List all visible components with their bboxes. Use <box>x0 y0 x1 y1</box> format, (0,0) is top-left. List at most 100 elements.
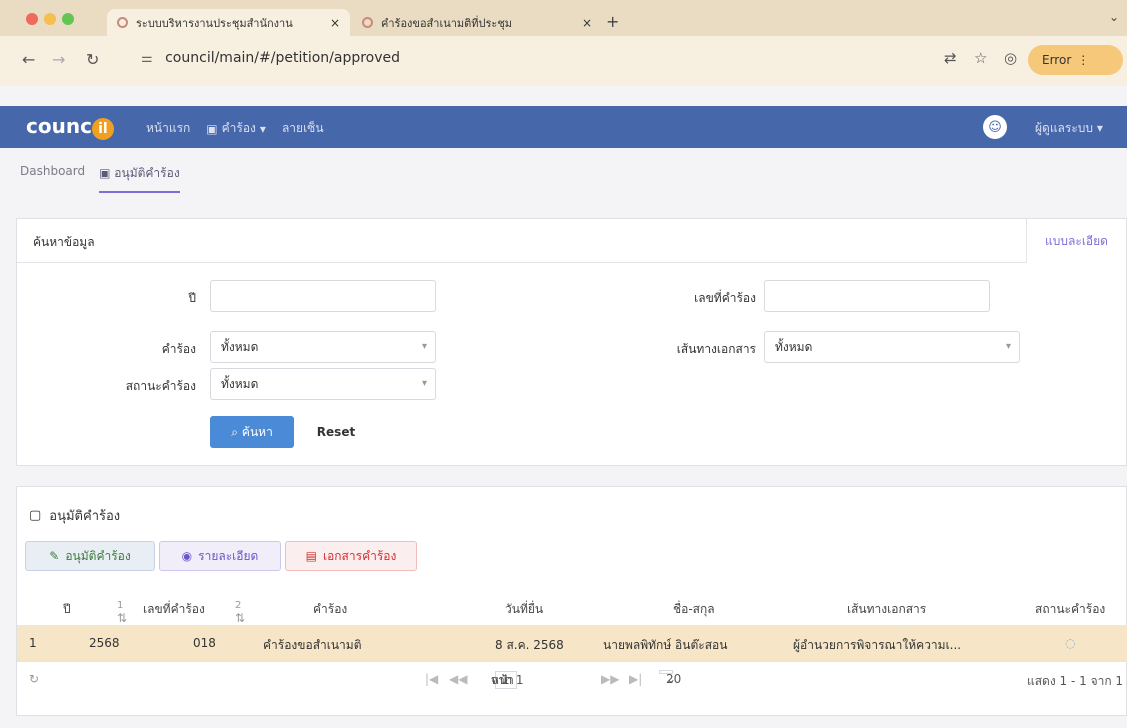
translate-icon[interactable]: ⇄ <box>944 49 957 67</box>
table-header: ปี ⇅ 1 เลขที่คำร้อง ⇅ 2 คำร้อง วันที่ยื่น … <box>17 589 1127 625</box>
caret-down-icon: ▾ <box>1096 121 1103 135</box>
site-icon <box>362 17 373 28</box>
chevron-down-icon: ⌄ <box>666 672 677 686</box>
clipboard-icon: ▣ <box>99 166 111 180</box>
route-select[interactable]: ทั้งหมด ▾ <box>764 331 1020 363</box>
tab-title: คำร้องขอสำเนามติที่ประชุม <box>381 16 513 30</box>
bookmark-star-icon[interactable]: ☆ <box>974 49 987 67</box>
url-field[interactable]: ⚌ council/main/#/petition/approved <box>141 50 400 66</box>
breadcrumb: Dashboard ▣ อนุมัติคำร้อง <box>20 164 180 193</box>
search-icon: ⌕ <box>231 424 238 439</box>
close-tab-icon[interactable]: × <box>330 16 340 30</box>
search-button[interactable]: ⌕ ค้นหา <box>210 416 294 448</box>
approve-button[interactable]: ✎ อนุมัติคำร้อง <box>25 541 155 571</box>
detail-search-tab[interactable]: แบบละเอียด <box>1026 219 1126 263</box>
tab-title: ระบบบริหารงานประชุมสำนักงาน <box>136 16 293 30</box>
document-button[interactable]: ▤ เอกสารคำร้อง <box>285 541 417 571</box>
close-tab-icon[interactable]: × <box>582 16 592 30</box>
reset-button[interactable]: Reset <box>306 416 366 448</box>
minimize-window-button[interactable] <box>44 13 56 25</box>
row-date: 8 ส.ค. 2568 <box>495 638 564 652</box>
chevron-down-icon: ▾ <box>1005 341 1011 352</box>
refresh-icon[interactable]: ↻ <box>29 672 39 686</box>
eye-icon: ◉ <box>181 549 193 563</box>
search-panel-title: ค้นหาข้อมูล <box>33 235 95 249</box>
col-year-sort[interactable]: ⇅ 1 <box>117 600 127 625</box>
site-settings-icon[interactable]: ⚌ <box>141 51 153 66</box>
col-date[interactable]: วันที่ยื่น <box>505 600 543 619</box>
breadcrumb-dashboard[interactable]: Dashboard <box>20 164 85 193</box>
year-label: ปี <box>188 291 196 305</box>
new-tab-button[interactable]: + <box>606 12 619 31</box>
reload-icon[interactable]: ↻ <box>86 50 99 69</box>
app-navbar: counc il หน้าแรก ▣ คำร้อง ▾ ลายเซ็น ☺ ผู้… <box>0 106 1127 148</box>
clipboard-icon: ▢ <box>29 508 42 523</box>
close-window-button[interactable] <box>26 13 38 25</box>
results-title: ▢ อนุมัติคำร้อง <box>29 505 120 526</box>
document-button-label: เอกสารคำร้อง <box>322 548 397 563</box>
logo-text: counc <box>26 114 92 138</box>
sort-order: 1 <box>117 600 124 611</box>
clipboard-icon: ▣ <box>206 121 218 136</box>
status-loading-icon: ◌ <box>1065 636 1076 650</box>
nav-signature[interactable]: ลายเซ็น <box>282 119 324 138</box>
forward-icon[interactable]: → <box>52 50 65 69</box>
route-label: เส้นทางเอกสาร <box>676 342 756 356</box>
last-page-icon[interactable]: ▶| <box>629 672 642 686</box>
profile-icon[interactable]: ◎ <box>1004 49 1017 67</box>
edit-icon: ✎ <box>49 549 60 563</box>
maximize-window-button[interactable] <box>62 13 74 25</box>
search-panel-header: ค้นหาข้อมูล แบบละเอียด <box>17 219 1126 263</box>
error-label: Error <box>1042 53 1072 67</box>
status-select-value: ทั้งหมด <box>221 376 259 391</box>
sort-order: 2 <box>235 600 242 611</box>
petition-select-value: ทั้งหมด <box>221 339 259 354</box>
caret-down-icon: ▾ <box>259 121 266 136</box>
year-input[interactable] <box>210 280 436 312</box>
first-page-icon[interactable]: |◀ <box>425 672 438 686</box>
council-logo[interactable]: counc il <box>26 114 114 140</box>
detail-button-label: รายละเอียด <box>198 548 259 563</box>
window-controls <box>26 13 74 25</box>
petition-select[interactable]: ทั้งหมด ▾ <box>210 331 436 363</box>
col-status[interactable]: สถานะคำร้อง <box>1035 600 1105 619</box>
nav-home[interactable]: หน้าแรก <box>146 119 190 138</box>
col-name[interactable]: ชื่อ-สกุล <box>673 600 715 619</box>
user-menu[interactable]: ผู้ดูแลระบบ ▾ <box>1035 119 1103 138</box>
row-petition-no: 018 <box>193 636 216 650</box>
prev-page-icon[interactable]: ◀◀ <box>449 672 467 686</box>
row-name: นายพลพิทักษ์ อินต๊ะสอน <box>603 638 728 652</box>
nav-petition[interactable]: ▣ คำร้อง ▾ <box>206 119 266 138</box>
tab-menu-button[interactable]: ⌄ <box>1109 10 1119 24</box>
col-route[interactable]: เส้นทางเอกสาร <box>847 600 926 619</box>
browser-tab[interactable]: คำร้องขอสำเนามติที่ประชุม × <box>352 9 602 36</box>
error-button[interactable]: Error ⋮ <box>1028 45 1123 75</box>
next-page-icon[interactable]: ▶▶ <box>601 672 619 686</box>
nav-petition-label: คำร้อง <box>221 121 256 135</box>
table-row[interactable]: 1 2568 018 คำร้องขอสำเนามติ 8 ส.ค. 2568 … <box>17 625 1127 661</box>
url-text: council/main/#/petition/approved <box>165 50 401 66</box>
sort-icon: ⇅ <box>235 611 246 625</box>
detail-button[interactable]: ◉ รายละเอียด <box>159 541 281 571</box>
browser-tab-active[interactable]: ระบบบริหารงานประชุมสำนักงาน × <box>107 9 350 36</box>
logo-badge: il <box>91 118 114 140</box>
back-icon[interactable]: ← <box>22 50 35 69</box>
search-button-label: ค้นหา <box>241 424 273 439</box>
user-avatar[interactable]: ☺ <box>983 115 1007 139</box>
breadcrumb-current[interactable]: ▣ อนุมัติคำร้อง <box>99 164 180 193</box>
col-petition[interactable]: คำร้อง <box>313 600 347 619</box>
page-total: จาก 1 <box>491 673 524 687</box>
pager-summary: แสดง 1 - 1 จาก 1 <box>1027 674 1124 688</box>
row-petition: คำร้องขอสำเนามติ <box>263 638 362 652</box>
address-bar: ← → ↻ ⚌ council/main/#/petition/approved… <box>0 36 1127 86</box>
col-petition-no-sort[interactable]: ⇅ 2 <box>235 600 245 625</box>
status-select[interactable]: ทั้งหมด ▾ <box>210 368 436 400</box>
sort-icon: ⇅ <box>117 611 128 625</box>
col-petition-no[interactable]: เลขที่คำร้อง <box>143 600 205 619</box>
pdf-file-icon: ▤ <box>305 549 317 563</box>
chevron-down-icon: ▾ <box>421 378 427 389</box>
col-year[interactable]: ปี <box>63 600 71 619</box>
results-panel: ▢ อนุมัติคำร้อง ✎ อนุมัติคำร้อง ◉ รายละเ… <box>16 486 1127 716</box>
petition-no-input[interactable] <box>764 280 990 312</box>
results-title-label: อนุมัติคำร้อง <box>49 509 121 524</box>
